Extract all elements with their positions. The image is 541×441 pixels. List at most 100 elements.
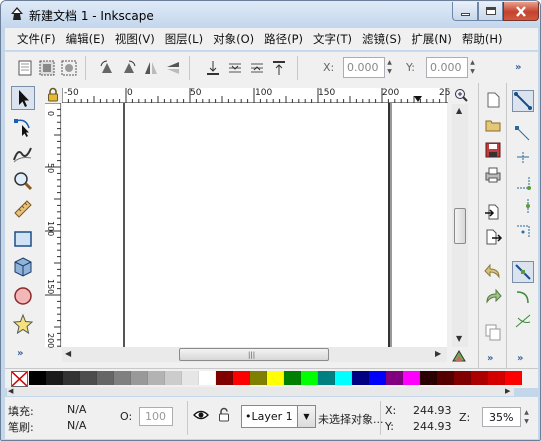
close-button[interactable] [503, 2, 539, 21]
palette-scrollbar[interactable]: ◀ ▶ [7, 387, 514, 396]
color-swatch[interactable] [386, 371, 403, 385]
scroll-up-arrow-icon[interactable]: ▲ [456, 106, 462, 115]
minimize-button[interactable] [452, 2, 478, 21]
stroke-value[interactable]: N/A [67, 419, 86, 432]
menu-edit[interactable]: 编辑(E) [61, 31, 110, 47]
color-swatch[interactable] [301, 371, 318, 385]
zoom-input[interactable]: 35% [482, 407, 521, 427]
no-paint-swatch[interactable] [11, 371, 28, 387]
invert-selection-button[interactable] [59, 58, 77, 76]
node-tool[interactable] [12, 116, 34, 138]
vertical-scroll-thumb[interactable] [454, 208, 466, 244]
color-swatch[interactable] [454, 371, 471, 385]
palette-scroll-left-icon[interactable]: ◀ [8, 387, 13, 395]
color-swatch[interactable] [114, 371, 131, 385]
lower-button[interactable] [225, 58, 243, 76]
color-swatch[interactable] [148, 371, 165, 385]
scroll-left-arrow-icon[interactable]: ◀ [65, 349, 71, 358]
color-swatch[interactable] [318, 371, 335, 385]
color-swatch[interactable] [505, 371, 522, 385]
open-button[interactable] [484, 116, 502, 134]
color-swatch[interactable] [352, 371, 369, 385]
color-swatch[interactable] [131, 371, 148, 385]
menu-text[interactable]: 文字(T) [308, 31, 357, 47]
color-swatch[interactable] [250, 371, 267, 385]
ellipse-tool[interactable] [12, 285, 34, 307]
flip-horizontal-button[interactable] [141, 58, 159, 76]
copy-button[interactable] [484, 323, 502, 341]
color-swatch[interactable] [80, 371, 97, 385]
toggle-layer-visibility-button[interactable] [193, 408, 209, 425]
color-manage-icon[interactable] [452, 350, 466, 362]
flip-vertical-button[interactable] [163, 58, 181, 76]
snap-bbox-edge-toggle[interactable] [514, 149, 532, 167]
snap-midpoint-toggle[interactable] [514, 197, 532, 215]
x-coordinate-input[interactable]: 0.000 [343, 57, 385, 78]
star-tool[interactable] [12, 313, 34, 335]
raise-button[interactable] [247, 58, 265, 76]
horizontal-ruler[interactable]: -50 0 50 100 150 200 25 [61, 88, 450, 103]
horizontal-scroll-thumb[interactable]: ||| [179, 348, 329, 361]
color-swatch[interactable] [284, 371, 301, 385]
rectangle-tool[interactable] [12, 228, 34, 250]
menu-file[interactable]: 文件(F) [12, 31, 61, 47]
3d-box-tool[interactable] [12, 256, 34, 278]
color-swatch[interactable] [216, 371, 233, 385]
menu-extensions[interactable]: 扩展(N) [406, 31, 457, 47]
select-all-button[interactable] [15, 58, 33, 76]
lock-guides-icon[interactable] [46, 87, 60, 102]
vertical-ruler[interactable]: 0 50 100 150 200 [45, 102, 61, 348]
redo-button[interactable] [484, 288, 502, 306]
selector-tool[interactable] [11, 86, 35, 110]
menu-help[interactable]: 帮助(H) [457, 31, 508, 47]
color-swatch[interactable] [437, 371, 454, 385]
fill-value[interactable]: N/A [67, 403, 86, 416]
rotate-cw-button[interactable] [119, 58, 137, 76]
export-button[interactable] [484, 228, 503, 246]
snap-intersection-toggle[interactable] [514, 312, 532, 330]
zoom-tool[interactable] [12, 170, 34, 192]
color-swatch[interactable] [63, 371, 80, 385]
scroll-down-arrow-icon[interactable]: ▼ [456, 334, 462, 343]
color-swatch[interactable] [165, 371, 182, 385]
color-swatch[interactable] [335, 371, 352, 385]
color-swatch[interactable] [471, 371, 488, 385]
undo-button[interactable] [484, 263, 502, 281]
color-swatch[interactable] [233, 371, 250, 385]
color-swatch[interactable] [97, 371, 114, 385]
color-swatch[interactable] [369, 371, 386, 385]
menu-view[interactable]: 视图(V) [110, 31, 160, 47]
toggle-layer-lock-button[interactable] [217, 407, 231, 426]
toolbox-more-button[interactable]: » [17, 348, 23, 359]
scroll-right-arrow-icon[interactable]: ▶ [435, 349, 441, 358]
snap-path-toggle[interactable] [514, 288, 532, 306]
snap-bbox-toggle[interactable] [514, 125, 532, 143]
snap-bbox-corner-toggle[interactable] [514, 173, 532, 191]
maximize-button[interactable] [478, 2, 503, 21]
opacity-input[interactable]: 100 [139, 407, 173, 426]
enable-snapping-toggle[interactable] [512, 90, 534, 112]
select-all-layers-button[interactable] [37, 58, 55, 76]
rotate-ccw-button[interactable] [97, 58, 115, 76]
x-spinner[interactable]: ▲ ▼ [386, 58, 393, 76]
menu-object[interactable]: 对象(O) [208, 31, 259, 47]
y-spinner[interactable]: ▲ ▼ [469, 58, 476, 76]
y-coordinate-input[interactable]: 0.000 [426, 57, 468, 78]
toolbar-more-button[interactable]: » [515, 62, 521, 73]
color-swatch[interactable] [29, 371, 46, 385]
zoom-corner-icon[interactable] [453, 88, 469, 103]
zoom-spinner[interactable]: ▲ ▼ [523, 408, 530, 426]
lower-to-bottom-button[interactable] [203, 58, 221, 76]
color-swatch[interactable] [267, 371, 284, 385]
color-swatch[interactable] [46, 371, 63, 385]
menu-filters[interactable]: 滤镜(S) [357, 31, 406, 47]
snap-more-button[interactable]: » [517, 353, 523, 364]
drawing-canvas[interactable] [62, 103, 447, 347]
color-swatch[interactable] [182, 371, 199, 385]
color-swatch[interactable] [488, 371, 505, 385]
commands-more-button[interactable]: » [487, 353, 493, 364]
snap-center-toggle[interactable] [514, 223, 532, 241]
menu-layer[interactable]: 图层(L) [160, 31, 208, 47]
save-button[interactable] [484, 141, 502, 159]
measure-tool[interactable] [12, 198, 34, 220]
